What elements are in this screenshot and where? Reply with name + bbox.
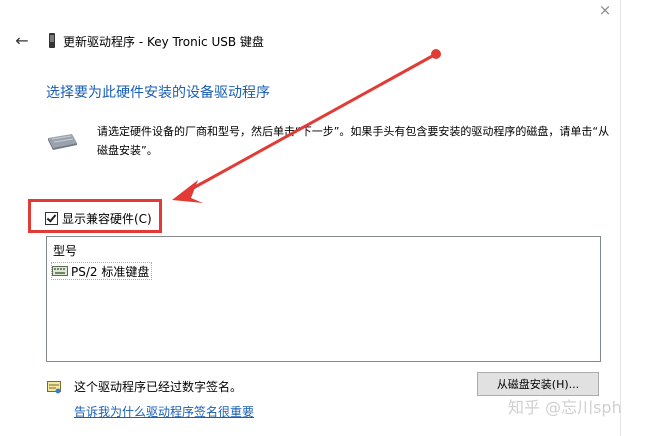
device-icon: [49, 33, 55, 48]
signature-info-link[interactable]: 告诉我为什么驱动程序签名很重要: [74, 403, 254, 420]
list-header-model: 型号: [53, 244, 78, 258]
have-disk-button[interactable]: 从磁盘安装(H)...: [477, 372, 599, 396]
instructions-text: 请选定硬件设备的厂商和型号，然后单击“下一步”。如果手头有包含要安装的驱动程序的…: [97, 125, 610, 157]
signature-status: 这个驱动程序已经过数字签名。: [74, 380, 243, 394]
list-item-label: PS/2 标准键盘: [71, 264, 150, 279]
list-item[interactable]: PS/2 标准键盘: [51, 262, 153, 280]
back-button[interactable]: ←: [12, 31, 32, 51]
model-list[interactable]: 型号 PS/2 标准键盘: [46, 236, 601, 362]
watermark: 知乎 @忘川sph: [508, 398, 622, 417]
window-title: 更新驱动程序 - Key Tronic USB 键盘: [63, 35, 264, 49]
keyboard-icon: [52, 266, 68, 276]
hardware-icon: [48, 134, 77, 150]
check-icon: [46, 211, 57, 223]
signature-icon: [47, 381, 61, 394]
close-icon[interactable]: ×: [596, 2, 614, 20]
checkbox-box[interactable]: [45, 211, 58, 225]
show-compatible-checkbox[interactable]: 显示兼容硬件(C): [45, 210, 152, 226]
show-compatible-label[interactable]: 显示兼容硬件(C): [62, 210, 152, 227]
page-heading: 选择要为此硬件安装的设备驱动程序: [46, 85, 270, 101]
window-right-edge: [620, 0, 665, 436]
